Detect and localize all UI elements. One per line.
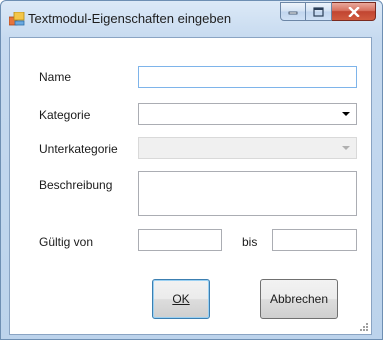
window-controls bbox=[280, 2, 376, 22]
dialog-body: Name Kategorie Unterkategorie Beschreibu… bbox=[9, 37, 372, 335]
window-title: Textmodul-Eigenschaften eingeben bbox=[28, 11, 232, 26]
beschreibung-textarea[interactable] bbox=[138, 171, 357, 216]
gueltig-von-input[interactable] bbox=[138, 229, 222, 251]
cancel-button[interactable]: Abbrechen bbox=[260, 279, 338, 319]
chevron-down-icon bbox=[342, 112, 350, 116]
unterkategorie-dropdown bbox=[138, 137, 357, 159]
ok-button[interactable]: OK bbox=[152, 279, 210, 319]
kategorie-dropdown[interactable] bbox=[138, 103, 357, 125]
beschreibung-label: Beschreibung bbox=[39, 178, 113, 192]
name-label: Name bbox=[39, 70, 72, 84]
dialog-window: Textmodul-Eigenschaften eingeben Name Ka… bbox=[0, 0, 383, 340]
bis-input[interactable] bbox=[272, 229, 357, 251]
ok-label: OK bbox=[172, 292, 190, 306]
minimize-button[interactable] bbox=[280, 2, 306, 21]
cancel-label: Abbrechen bbox=[269, 292, 329, 306]
gueltig-von-label: Gültig von bbox=[39, 235, 94, 249]
close-button[interactable] bbox=[332, 2, 376, 21]
close-icon bbox=[347, 6, 360, 17]
resize-grip-icon[interactable] bbox=[359, 322, 369, 332]
title-bar[interactable]: Textmodul-Eigenschaften eingeben bbox=[1, 1, 382, 37]
bis-label: bis bbox=[242, 235, 258, 249]
name-input[interactable] bbox=[138, 66, 357, 88]
minimize-icon bbox=[288, 11, 298, 14]
form-icon bbox=[9, 12, 25, 26]
kategorie-label: Kategorie bbox=[39, 108, 91, 122]
maximize-icon bbox=[313, 6, 324, 17]
unterkategorie-label: Unterkategorie bbox=[39, 142, 118, 156]
chevron-down-icon bbox=[342, 146, 350, 150]
maximize-button[interactable] bbox=[306, 2, 332, 21]
